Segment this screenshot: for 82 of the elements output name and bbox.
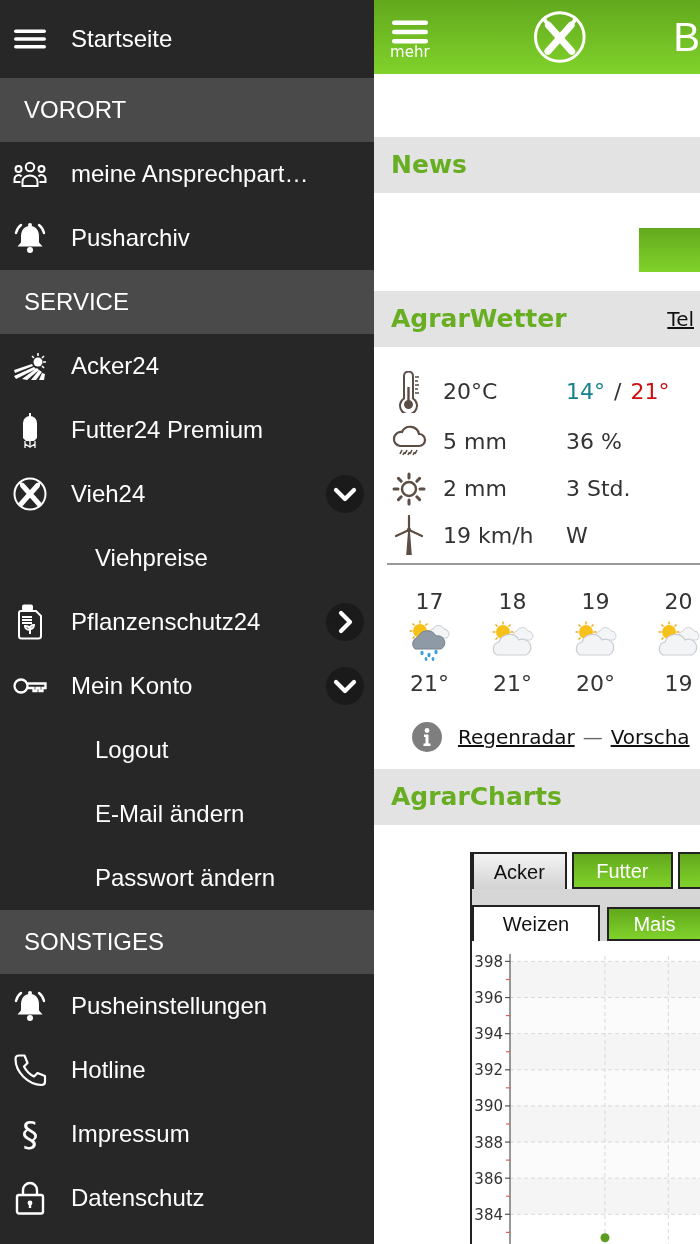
people-icon bbox=[13, 161, 47, 187]
submenu-item[interactable]: Logout bbox=[0, 718, 374, 782]
section-sign-icon: § bbox=[21, 1115, 39, 1153]
forecast-temperature: 20° bbox=[576, 671, 615, 697]
section-title: News bbox=[391, 149, 467, 182]
forecast-day: 17 bbox=[415, 589, 444, 615]
section-header: SONSTIGES bbox=[0, 910, 374, 974]
radar-link[interactable]: Regenradar bbox=[458, 722, 575, 752]
separator-text: — bbox=[582, 724, 603, 751]
tick-label: 388 bbox=[474, 1133, 503, 1152]
menu-item[interactable]: Datenschutz bbox=[0, 1166, 374, 1230]
chevron-right-icon bbox=[337, 610, 353, 634]
menu-item[interactable]: meine Ansprechpart… bbox=[0, 142, 374, 206]
menu-item[interactable]: Hotline bbox=[0, 1038, 374, 1102]
tick-label: 386 bbox=[474, 1169, 503, 1188]
weather-value: 36 % bbox=[566, 427, 622, 456]
section-header: VORORT bbox=[0, 78, 374, 142]
menu-item[interactable]: Vieh24 bbox=[0, 462, 326, 526]
chart-tab[interactable]: Weizen bbox=[472, 905, 600, 941]
menu-icon bbox=[391, 19, 428, 44]
wind-turbine-icon bbox=[394, 515, 424, 555]
forecast-link[interactable]: Vorscha bbox=[610, 722, 690, 752]
forecast-day: 20 bbox=[664, 589, 693, 615]
forecast-temperature: 21° bbox=[493, 671, 532, 697]
chevron-down-icon bbox=[333, 486, 357, 502]
lock-icon bbox=[15, 1181, 45, 1215]
phone-icon bbox=[13, 1053, 47, 1087]
thermometer-icon bbox=[396, 370, 422, 413]
weather-value: 2 mm bbox=[443, 475, 508, 503]
max-temperature: 21° bbox=[630, 378, 670, 406]
chevron-down-icon bbox=[333, 678, 357, 694]
chart-tab[interactable]: Acker bbox=[472, 852, 567, 889]
info-icon bbox=[412, 722, 442, 752]
menu-item[interactable]: § Impressum bbox=[0, 1102, 374, 1166]
menu-item[interactable]: Startseite bbox=[0, 0, 374, 78]
tick-label: 398 bbox=[474, 952, 503, 971]
submenu-item[interactable]: Passwort ändern bbox=[0, 846, 374, 910]
weather-value: 20°C bbox=[443, 378, 499, 406]
tick-label: 392 bbox=[474, 1061, 503, 1080]
forecast-day: 19 bbox=[581, 589, 610, 615]
menu-item[interactable]: Mein Konto bbox=[0, 654, 326, 718]
menu-icon bbox=[14, 29, 46, 49]
separator-text: / bbox=[614, 378, 622, 406]
submenu-item[interactable]: E-Mail ändern bbox=[0, 782, 374, 846]
chart-tab[interactable] bbox=[678, 852, 700, 889]
menu-item[interactable]: Acker24 bbox=[0, 334, 374, 398]
section-header: SERVICE bbox=[0, 270, 374, 334]
canister-icon bbox=[17, 604, 43, 640]
collapse-button[interactable] bbox=[326, 475, 364, 513]
weather-value: 19 km/h bbox=[443, 521, 535, 550]
forecast-temperature: 19 bbox=[664, 671, 693, 697]
weather-value: 5 mm bbox=[443, 427, 508, 456]
location-link[interactable]: Tel bbox=[667, 304, 694, 334]
rain-cloud-icon bbox=[391, 424, 427, 458]
bell-icon bbox=[13, 221, 47, 255]
min-temperature: 14° bbox=[566, 378, 605, 406]
menu-item[interactable]: Futter24 Premium bbox=[0, 398, 374, 462]
cross-logo-icon bbox=[532, 10, 587, 64]
app-title: B bbox=[673, 14, 700, 60]
tick-label: 396 bbox=[474, 989, 503, 1008]
tick-label: 394 bbox=[474, 1025, 503, 1044]
field-sun-icon bbox=[13, 352, 47, 380]
crossed-circle-icon bbox=[13, 477, 47, 511]
data-point bbox=[600, 1233, 610, 1243]
sun-icon bbox=[392, 471, 426, 506]
section-title: AgrarCharts bbox=[391, 781, 562, 814]
menu-item[interactable]: Pflanzenschutz24 bbox=[0, 590, 326, 654]
submenu-item[interactable]: Viehpreise bbox=[0, 526, 374, 590]
key-icon bbox=[13, 676, 47, 696]
section-title: AgrarWetter bbox=[391, 303, 567, 336]
menu-item[interactable]: Pusharchiv bbox=[0, 206, 374, 270]
tick-label: 390 bbox=[474, 1097, 503, 1116]
collapse-button[interactable] bbox=[326, 667, 364, 705]
menu-item[interactable]: Pusheinstellungen bbox=[0, 974, 374, 1038]
weather-value: 3 Std. bbox=[566, 475, 631, 503]
expand-button[interactable] bbox=[326, 603, 364, 641]
silo-icon bbox=[20, 412, 40, 448]
weather-value: W bbox=[566, 521, 588, 550]
forecast-temperature: 21° bbox=[410, 671, 449, 697]
tick-label: 384 bbox=[474, 1205, 503, 1224]
forecast-day: 18 bbox=[498, 589, 527, 615]
bell-icon bbox=[13, 989, 47, 1023]
